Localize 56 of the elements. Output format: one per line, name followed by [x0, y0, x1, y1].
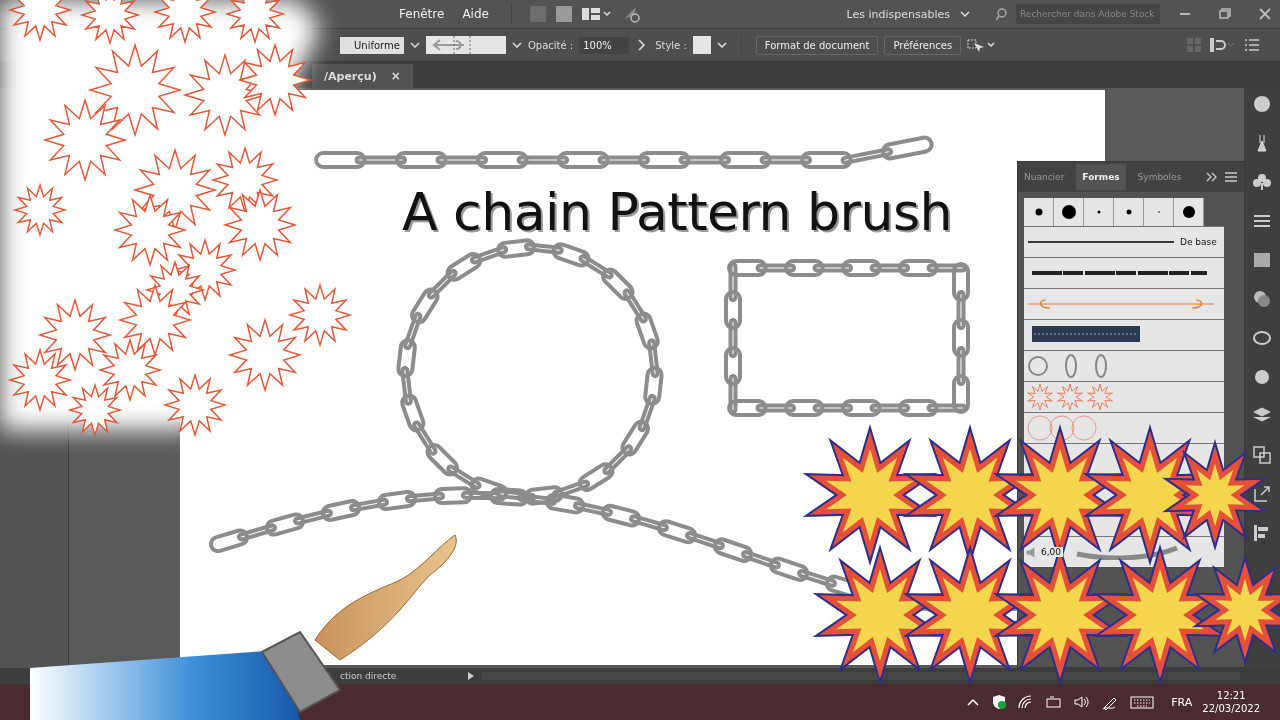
layout-icon[interactable]	[581, 7, 612, 21]
artboards-icon[interactable]	[1252, 445, 1272, 465]
clock[interactable]: 12:21 22/03/2022	[1202, 690, 1260, 714]
search-field[interactable]: Rechercher dans Adobe Stock	[1016, 4, 1160, 24]
brush-row[interactable]	[1024, 257, 1224, 288]
date-text: 22/03/2022	[1202, 703, 1260, 714]
chevron-down-icon[interactable]	[409, 42, 420, 48]
brush-row[interactable]	[1024, 412, 1224, 443]
keyboard-icon[interactable]	[1129, 694, 1156, 710]
brush-swatch[interactable]	[1144, 198, 1174, 226]
brush-swatch[interactable]	[1084, 198, 1114, 226]
chevron-down-icon[interactable]	[511, 42, 522, 48]
brush-swatch[interactable]	[1024, 198, 1054, 226]
horizontal-scrollbar[interactable]	[482, 672, 1240, 680]
export-icon[interactable]	[1252, 484, 1272, 504]
toolbar-button[interactable]: Préférences	[884, 35, 962, 55]
language-indicator[interactable]: FRA	[1171, 695, 1193, 709]
status-text: ction directe	[340, 671, 398, 681]
brush-swatch[interactable]	[1174, 198, 1204, 226]
panel-tab[interactable]: Symboles	[1131, 164, 1188, 190]
panel-tab[interactable]: Nuancier	[1018, 164, 1071, 190]
brush-swatch[interactable]	[1054, 198, 1084, 226]
brush-row[interactable]: De base	[1024, 226, 1224, 257]
workspace-dropdown[interactable]: Les indispensables	[846, 7, 950, 21]
battery-icon[interactable]	[1045, 694, 1064, 710]
opacity-label: Opacité :	[527, 39, 574, 51]
shield-icon[interactable]	[991, 694, 1008, 710]
menu-item[interactable]: Aide	[458, 7, 493, 21]
document-tab[interactable]: /Aperçu) ×	[312, 64, 413, 88]
select-similar-icon[interactable]	[967, 37, 996, 53]
menu-icon[interactable]	[1244, 38, 1260, 52]
time-text: 12:21	[1216, 690, 1246, 701]
play-icon[interactable]	[466, 671, 476, 681]
double-chevron-icon[interactable]	[1206, 172, 1218, 182]
headline-text: A chain Pattern brush	[402, 182, 952, 242]
brush-name: De base	[1180, 237, 1217, 247]
style-swatch[interactable]	[692, 36, 711, 54]
speaker-icon[interactable]	[1073, 694, 1092, 710]
brush-swatch[interactable]	[1114, 198, 1144, 226]
opacity-field[interactable]: 100%	[579, 36, 630, 54]
menu-item[interactable]: Fenêtre	[395, 7, 449, 21]
circles-icon[interactable]	[1252, 289, 1272, 309]
chevron-down-icon[interactable]	[960, 11, 970, 17]
style-label: Style :	[655, 39, 687, 51]
chevron-down-icon[interactable]	[716, 42, 727, 48]
panel-tab[interactable]: Formes	[1076, 164, 1126, 190]
circle-pattern-preview	[1026, 415, 1097, 441]
brush-preview-swatch[interactable]	[425, 36, 506, 54]
gradient-icon[interactable]	[1252, 250, 1272, 270]
speaker-icon	[1026, 546, 1035, 558]
brush-row[interactable]	[1024, 319, 1224, 350]
stroke-weight-text: 6,00	[1039, 547, 1064, 557]
club-icon[interactable]	[1252, 172, 1272, 192]
toolbar-button[interactable]: Format de document	[755, 35, 879, 55]
menu-icon[interactable]	[1224, 172, 1238, 182]
stroke-profile-dropdown[interactable]: Uniforme	[340, 36, 404, 54]
